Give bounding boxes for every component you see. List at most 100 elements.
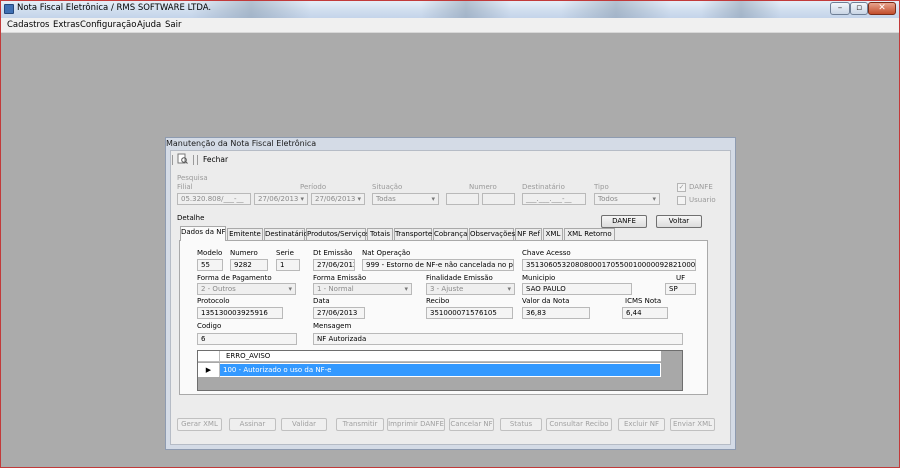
valor-nota-field[interactable]: 36,83	[522, 307, 590, 319]
tab-nf-ref[interactable]: NF Ref	[515, 228, 542, 240]
menu-sair[interactable]: Sair	[165, 20, 181, 30]
data-label: Data	[313, 297, 330, 305]
mensagem-label: Mensagem	[313, 322, 352, 330]
enviar-xml-button[interactable]: Enviar XML	[670, 418, 715, 431]
tab-observacoes[interactable]: Observações	[469, 228, 515, 240]
danfe-button[interactable]: DANFE	[601, 215, 647, 228]
close-button[interactable]: ✕	[868, 2, 896, 15]
tab-xml[interactable]: XML	[543, 228, 563, 240]
serie-label: Serie	[276, 249, 294, 257]
menu-ajuda[interactable]: Ajuda	[137, 20, 161, 30]
dialog-title: Manutenção da Nota Fiscal Eletrônica	[166, 139, 317, 148]
assinar-button[interactable]: Assinar	[229, 418, 276, 431]
status-button[interactable]: Status	[500, 418, 542, 431]
toolbar-grip	[172, 155, 173, 165]
menu-cadastros[interactable]: Cadastros	[7, 20, 49, 30]
forma-emissao-select[interactable]: 1 - Normal	[313, 283, 412, 295]
tab-dados-da-nf[interactable]: Dados da NF	[180, 226, 226, 241]
forma-emissao-label: Forma Emissão	[313, 274, 367, 282]
detalhe-label: Detalhe	[177, 214, 205, 222]
destinatario-label: Destinatário	[522, 183, 565, 191]
grid-cell-erro-aviso[interactable]: 100 - Autorizado o uso da NF-e	[220, 364, 660, 376]
numero-from-field[interactable]	[446, 193, 479, 205]
menu-extras[interactable]: Extras	[53, 20, 80, 30]
recibo-label: Recibo	[426, 297, 450, 305]
recibo-field[interactable]: 351000071576105	[426, 307, 513, 319]
nat-operacao-label: Nat Operação	[362, 249, 411, 257]
menu-bar: Cadastros Extras Configuração Ajuda Sair	[1, 18, 899, 33]
numero-label: Numero	[469, 183, 497, 191]
protocolo-label: Protocolo	[197, 297, 230, 305]
toolbar-separator	[197, 155, 198, 165]
forma-pagamento-label: Forma de Pagamento	[197, 274, 272, 282]
tab-cobranca[interactable]: Cobrança	[433, 228, 468, 240]
imprimir-danfe-button[interactable]: Imprimir DANFE	[387, 418, 445, 431]
dt-emissao-label: Dt Emissão	[313, 249, 353, 257]
periodo-label: Período	[300, 183, 327, 191]
uf-field[interactable]: SP	[665, 283, 696, 295]
numero-nf-field[interactable]: 9282	[230, 259, 268, 271]
usuario-check-label: Usuario	[689, 196, 716, 204]
chave-acesso-field[interactable]: 3513060532080800017055001000009282100000…	[522, 259, 696, 271]
validar-button[interactable]: Validar	[281, 418, 327, 431]
modelo-field[interactable]: 55	[197, 259, 223, 271]
codigo-label: Codigo	[197, 322, 222, 330]
valor-nota-label: Valor da Nota	[522, 297, 570, 305]
consultar-recibo-button[interactable]: Consultar Recibo	[546, 418, 612, 431]
danfe-check-label: DANFE	[689, 183, 713, 191]
app-title: Nota Fiscal Eletrônica / RMS SOFTWARE LT…	[17, 3, 212, 13]
gerar-xml-button[interactable]: Gerar XML	[177, 418, 222, 431]
usuario-checkbox[interactable]	[677, 196, 686, 205]
situacao-label: Situação	[372, 183, 403, 191]
data-field[interactable]: 27/06/2013	[313, 307, 365, 319]
tab-xml-retorno[interactable]: XML Retorno	[564, 228, 615, 240]
municipio-label: Municipio	[522, 274, 556, 282]
tipo-select[interactable]: Todos	[594, 193, 660, 205]
fechar-button[interactable]: Fechar	[203, 155, 228, 164]
menu-configuracao[interactable]: Configuração	[80, 20, 136, 30]
pesquisa-label: Pesquisa	[177, 174, 208, 182]
situacao-select[interactable]: Todas	[372, 193, 439, 205]
uf-label: UF	[676, 274, 686, 282]
minimize-button[interactable]: –	[830, 2, 850, 15]
nat-operacao-field[interactable]: 999 - Estorno de NF-e não cancelada no p…	[362, 259, 514, 271]
toolbar-separator	[193, 155, 194, 165]
modelo-label: Modelo	[197, 249, 223, 257]
codigo-field[interactable]: 6	[197, 333, 297, 345]
tab-produtos-servicos[interactable]: Produtos/Serviços	[306, 228, 370, 240]
maximize-button[interactable]: ▫	[850, 2, 868, 15]
chave-acesso-label: Chave Acesso	[522, 249, 571, 257]
municipio-field[interactable]: SAO PAULO	[522, 283, 632, 295]
tab-transporte[interactable]: Transporte	[394, 228, 432, 240]
periodo-from-picker[interactable]: 27/06/2013	[254, 193, 308, 205]
grid-corner	[198, 351, 220, 362]
serie-field[interactable]: 1	[276, 259, 300, 271]
cancelar-nf-button[interactable]: Cancelar NF	[449, 418, 494, 431]
periodo-to-picker[interactable]: 27/06/2013	[311, 193, 365, 205]
print-preview-icon[interactable]	[177, 153, 188, 164]
destinatario-field[interactable]: ___.___.___-__	[522, 193, 586, 205]
row-selector-icon[interactable]: ▶	[198, 363, 220, 377]
tab-totais[interactable]: Totais	[367, 228, 393, 240]
excluir-nf-button[interactable]: Excluir NF	[618, 418, 665, 431]
voltar-button[interactable]: Voltar	[656, 215, 702, 228]
grid-column-erro-aviso[interactable]: ERRO_AVISO	[226, 352, 270, 360]
filial-field[interactable]: 05.320.808/___-__	[177, 193, 251, 205]
transmitir-button[interactable]: Transmitir	[336, 418, 384, 431]
numero-to-field[interactable]	[482, 193, 515, 205]
tipo-label: Tipo	[594, 183, 609, 191]
tab-destinatario[interactable]: Destinatário	[264, 228, 308, 240]
dt-emissao-field[interactable]: 27/06/2013	[313, 259, 355, 271]
app-icon	[4, 4, 14, 14]
danfe-checkbox[interactable]: ✓	[677, 183, 686, 192]
grid-header: ERRO_AVISO	[198, 351, 661, 362]
icms-nota-field[interactable]: 6,44	[622, 307, 668, 319]
numero-nf-label: Numero	[230, 249, 258, 257]
forma-pagamento-select[interactable]: 2 - Outros	[197, 283, 296, 295]
finalidade-emissao-label: Finalidade Emissão	[426, 274, 493, 282]
tab-emitente[interactable]: Emitente	[227, 228, 263, 240]
finalidade-emissao-select[interactable]: 3 - Ajuste	[426, 283, 515, 295]
icms-nota-label: ICMS Nota	[625, 297, 662, 305]
protocolo-field[interactable]: 135130003925916	[197, 307, 283, 319]
mensagem-field[interactable]: NF Autorizada	[313, 333, 683, 345]
